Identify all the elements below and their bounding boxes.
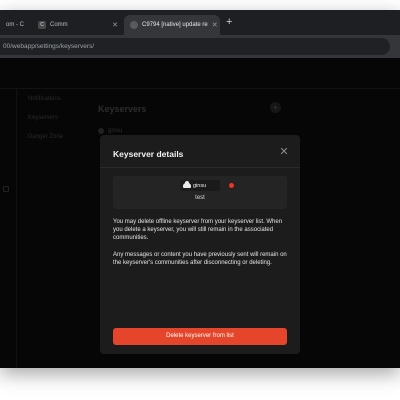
delete-info-text: You may delete offline keyserver from yo… [113, 219, 283, 242]
modal-title: Keyserver details [113, 149, 184, 159]
toolbar: 00/webapp/settings/keyservers/ [0, 35, 400, 58]
address-bar[interactable]: 00/webapp/settings/keyservers/ [0, 38, 390, 55]
browser-window: om - C ✕ C Comm ✕ C9794 [native] update … [0, 10, 400, 368]
tab-strip: om - C ✕ C Comm ✕ C9794 [native] update … [0, 10, 400, 35]
delete-keyserver-button[interactable]: Delete keyserver from list [113, 328, 287, 345]
comm-favicon-icon: C [38, 21, 46, 29]
app-content: Notifications Keyservers Danger Zone Key… [0, 58, 400, 368]
new-tab-button[interactable]: + [226, 16, 232, 28]
tab-2-label: Comm [50, 22, 68, 28]
tab-3-label: C9794 [native] update re [142, 22, 208, 28]
keyserver-card: ginsu test [113, 176, 287, 209]
github-favicon-icon [130, 21, 138, 29]
offline-status-icon [229, 183, 234, 188]
keyserver-chip: ginsu [180, 180, 220, 191]
tab-2[interactable]: C Comm ✕ [32, 15, 124, 35]
cloud-icon [183, 181, 191, 188]
tab-3[interactable]: C9794 [native] update re ✕ [124, 15, 220, 35]
keyserver-details-modal: Keyserver details ✕ ginsu test You may d… [100, 135, 300, 354]
tab-1[interactable]: om - C ✕ [0, 15, 30, 35]
close-icon[interactable]: ✕ [212, 21, 218, 29]
modal-divider [100, 167, 300, 168]
tab-1-label: om - C [6, 22, 24, 28]
close-icon[interactable]: ✕ [278, 146, 290, 158]
keyserver-url: test [195, 195, 205, 201]
keyserver-name: ginsu [193, 182, 207, 189]
content-info-text: Any messages or content you have previou… [113, 252, 287, 267]
close-icon[interactable]: ✕ [112, 21, 118, 29]
